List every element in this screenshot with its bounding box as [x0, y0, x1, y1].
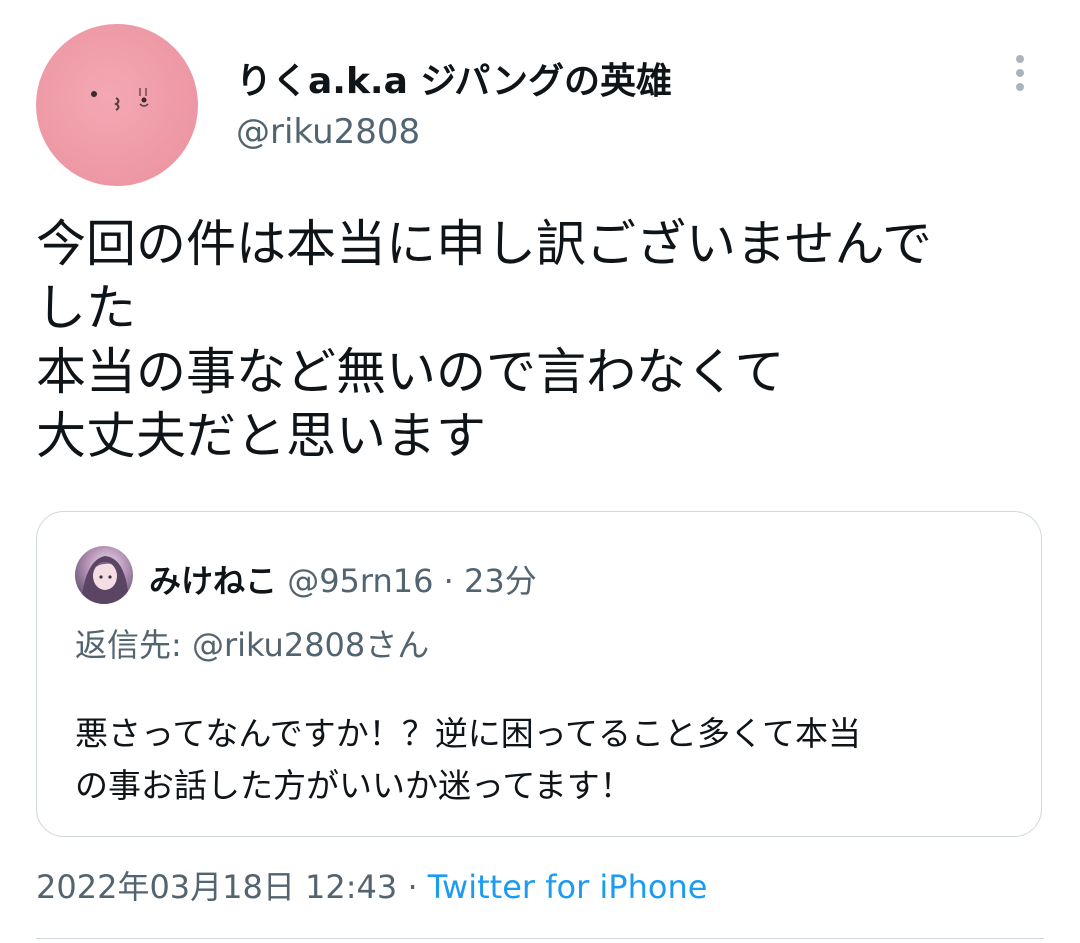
quoted-text-line: の事お話した方がいいか迷ってます！: [75, 766, 633, 805]
meta-separator: ·: [407, 868, 418, 906]
quoted-tweet-text: 悪さってなんですか！？逆に困ってること多くて本当 の事お話した方がいいか迷ってま…: [75, 708, 1015, 812]
divider: [36, 938, 1044, 939]
quoted-tweet-card[interactable]: みけねこ @95rn16 · 23分 返信先: @riku2808さん 悪さって…: [36, 511, 1042, 837]
anime-girl-avatar-icon: [81, 556, 129, 604]
replying-to-label: 返信先: @riku2808さん: [75, 626, 430, 664]
quoted-timestamp[interactable]: 23分: [464, 562, 537, 600]
quoted-text-line: 悪さってなんですか！？逆に困ってること多くて本当: [75, 714, 862, 753]
quoted-header: みけねこ @95rn16 · 23分: [149, 556, 537, 602]
more-options-button[interactable]: [1000, 50, 1040, 96]
quoted-handle[interactable]: @95rn16: [287, 562, 433, 600]
tweet-timestamp[interactable]: 2022年03月18日 12:43: [36, 868, 397, 906]
quoted-author-avatar[interactable]: [75, 546, 133, 604]
tweet-meta: 2022年03月18日 12:43 · Twitter for iPhone: [36, 862, 707, 908]
vertical-ellipsis-icon: [1016, 55, 1024, 91]
tweet-text: 今回の件は本当に申し訳ございませんで した 本当の事など無いので言わなくて 大丈…: [36, 212, 1056, 468]
author-avatar[interactable]: [36, 24, 198, 186]
quoted-separator: ·: [443, 562, 454, 600]
tweet-text-line: 大丈夫だと思います: [36, 407, 486, 465]
author-display-name[interactable]: りくa.k.a ジパングの英雄: [236, 52, 672, 104]
tweet-text-line: した: [36, 279, 136, 337]
quoted-display-name[interactable]: みけねこ: [149, 562, 277, 600]
tweet-text-line: 本当の事など無いので言わなくて: [36, 343, 785, 401]
pink-blob-face-icon: [91, 88, 149, 111]
tweet-text-line: 今回の件は本当に申し訳ございませんで: [36, 215, 932, 273]
tweet-source-link[interactable]: Twitter for iPhone: [428, 868, 708, 906]
author-handle[interactable]: @riku2808: [236, 112, 420, 152]
